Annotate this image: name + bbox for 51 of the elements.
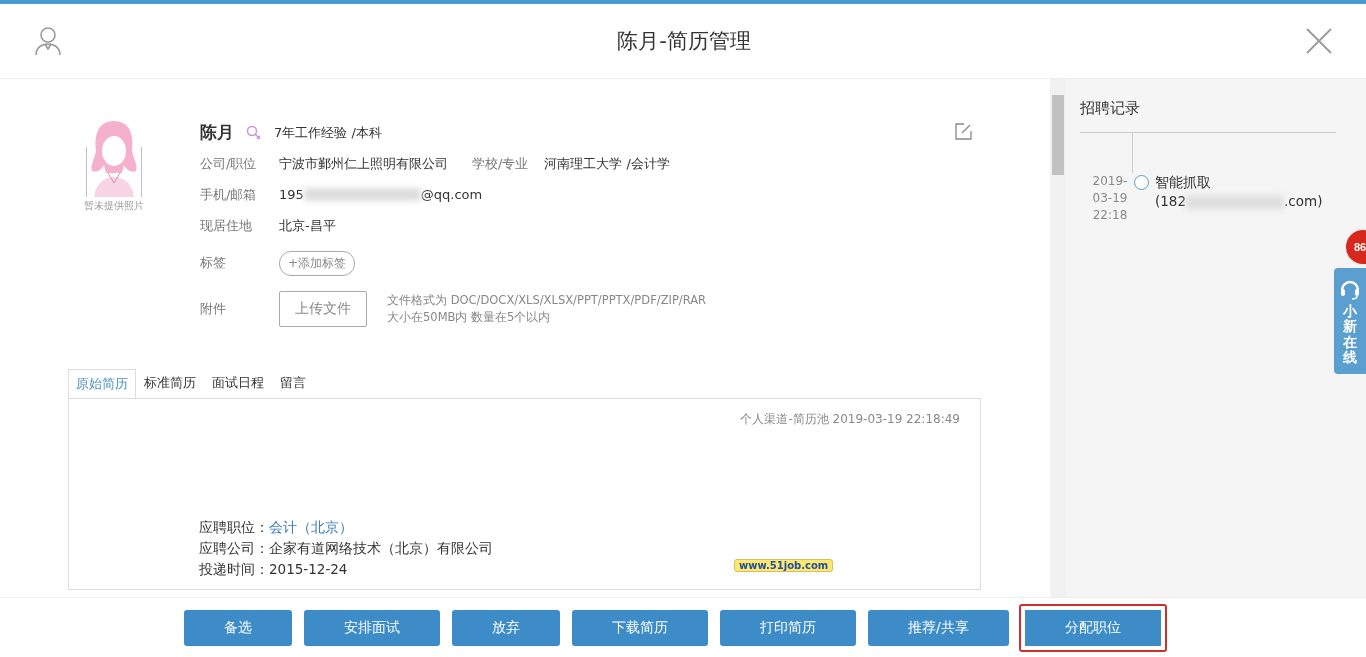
action-button[interactable]: 下载简历	[572, 609, 708, 646]
contact-prefix: (182	[1155, 193, 1187, 209]
position-link[interactable]: 会计（北京）	[269, 519, 353, 535]
candidate-name: 陈月	[200, 121, 234, 144]
record-date: 2019-03-19 22:18	[1091, 173, 1129, 224]
action-button[interactable]: 放弃	[452, 609, 560, 646]
resume-field-label: 应聘公司：	[199, 540, 269, 556]
field-label: 附件	[200, 300, 227, 318]
headset-icon	[1339, 278, 1361, 300]
action-button[interactable]: 分配职位	[1018, 603, 1167, 652]
scrollbar-thumb[interactable]	[1052, 95, 1064, 175]
resume-tab[interactable]: 面试日程	[204, 368, 272, 398]
field-label: 公司/职位	[200, 154, 258, 173]
field-label: 现居住地	[200, 216, 253, 235]
resume-tab[interactable]: 留言	[272, 368, 314, 398]
company-value: 宁波市鄞州仁上照明有限公司	[279, 154, 448, 173]
resume-field-label: 应聘职位：	[199, 519, 269, 535]
upload-hint: 文件格式为 DOC/DOCX/XLS/XLSX/PPT/PPTX/PDF/ZIP/RAR	[387, 292, 707, 309]
resume-tab[interactable]: 标准简历	[136, 368, 204, 398]
action-button[interactable]: 备选	[184, 609, 292, 646]
female-icon	[246, 124, 262, 141]
upload-hint: 大小在50MB内 数量在5个以内	[387, 309, 552, 326]
experience-summary: 7年工作经验 /本科	[274, 123, 382, 142]
upload-button[interactable]: 上传文件	[279, 291, 367, 327]
add-tag-button[interactable]: +添加标签	[279, 250, 356, 276]
timeline-dot	[1134, 175, 1149, 190]
action-button[interactable]: 打印简历	[720, 609, 856, 646]
user-icon	[34, 26, 62, 56]
support-tab[interactable]: 小新在线	[1334, 268, 1366, 374]
edit-icon[interactable]	[955, 123, 972, 140]
resume-field-value: 2015-12-24	[269, 561, 348, 577]
record-source: 智能抓取	[1155, 173, 1212, 192]
residence-value: 北京-昌平	[279, 216, 336, 235]
contact-suffix: .com)	[1284, 193, 1323, 209]
field-label: 标签	[200, 254, 227, 272]
resume-source: 个人渠道-简历池 2019-03-19 22:18:49	[740, 411, 960, 428]
phone-prefix: 195	[279, 187, 304, 202]
photo-caption: 暂未提供照片	[84, 199, 144, 213]
close-icon[interactable]	[1306, 28, 1332, 54]
resume-field-value: 企家有道网络技术（北京）有限公司	[269, 540, 493, 556]
panel-title: 招聘记录	[1080, 99, 1336, 133]
resume-tab[interactable]: 原始简历	[68, 369, 136, 399]
action-button[interactable]: 安排面试	[304, 609, 440, 646]
window-title: 陈月-简历管理	[617, 28, 751, 55]
action-button[interactable]: 推荐/共享	[868, 609, 1009, 646]
school-value: 河南理工大学 /会计学	[544, 154, 670, 173]
field-label: 手机/邮箱	[200, 185, 258, 204]
job-site-logo: www.51job.com	[734, 559, 834, 572]
email-suffix: @qq.com	[420, 187, 483, 202]
resume-field-label: 投递时间：	[199, 561, 269, 577]
field-label: 学校/专业	[472, 154, 529, 173]
